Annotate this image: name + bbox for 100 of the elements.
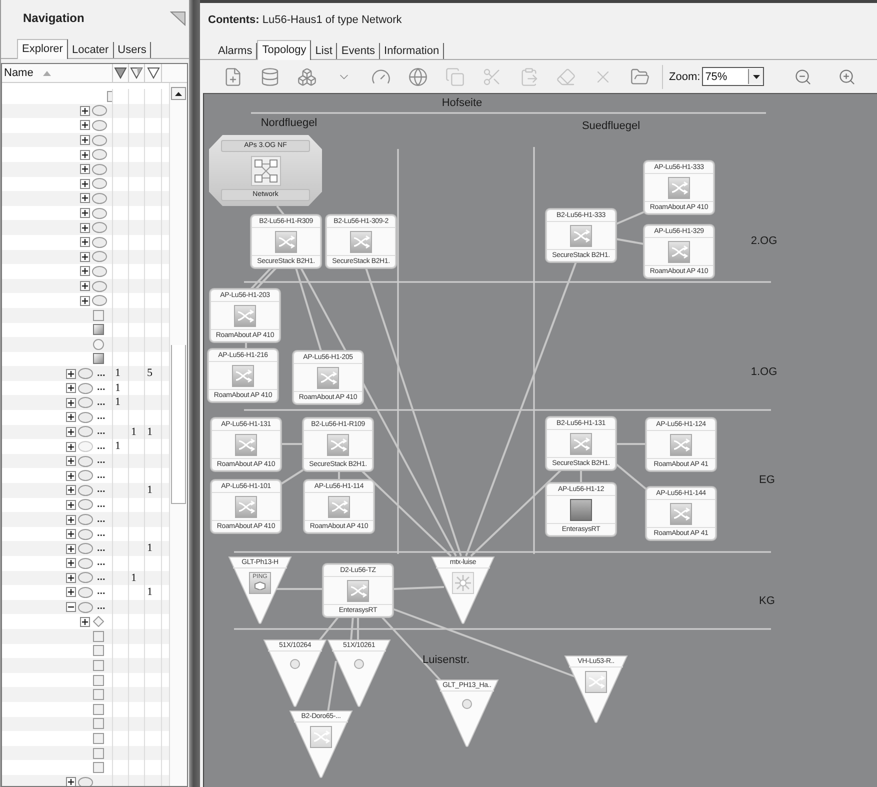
expand-toggle[interactable] <box>80 616 90 627</box>
plus-icon <box>82 166 88 172</box>
expand-toggle[interactable] <box>80 120 90 130</box>
view-tab[interactable]: Information <box>380 43 444 59</box>
plus-icon <box>68 560 74 566</box>
square-icon <box>93 704 104 715</box>
plus-icon <box>82 268 88 274</box>
panel-tab[interactable]: Users <box>114 42 152 58</box>
panel-tab[interactable]: Locater <box>68 42 114 58</box>
expand-toggle[interactable] <box>66 558 76 568</box>
expand-toggle[interactable] <box>66 412 76 422</box>
expand-toggle[interactable] <box>66 426 76 437</box>
view-tab[interactable]: Events <box>337 43 380 59</box>
count-value: 1 <box>115 382 120 394</box>
globe-icon <box>408 66 428 86</box>
expand-toggle[interactable] <box>80 135 90 146</box>
expand-toggle[interactable] <box>80 252 90 262</box>
view-tab[interactable]: List <box>311 43 338 59</box>
node-name: ... <box>97 456 106 466</box>
plus-icon <box>68 574 74 581</box>
node-name: ... <box>97 500 106 510</box>
shaded-square-icon <box>93 353 104 364</box>
triangle-node[interactable] <box>263 639 327 707</box>
switch-icon <box>350 230 372 252</box>
count-value: 1 <box>131 426 136 438</box>
scrollbar[interactable] <box>169 83 187 786</box>
switch-icon <box>668 240 690 262</box>
switch-icon <box>235 434 257 456</box>
expand-toggle[interactable] <box>66 572 76 583</box>
count-value: 1 <box>147 426 152 438</box>
node-name: ... <box>97 470 106 481</box>
expand-toggle[interactable] <box>80 296 90 306</box>
expand-toggle[interactable] <box>66 777 76 786</box>
expand-toggle[interactable] <box>66 500 76 510</box>
expand-toggle[interactable] <box>66 470 76 481</box>
oval-icon <box>92 149 107 160</box>
connection-line <box>615 463 647 490</box>
expand-toggle[interactable] <box>66 544 76 554</box>
node-name: ... <box>97 544 106 554</box>
plus-icon <box>68 487 74 494</box>
scroll-up-button[interactable] <box>171 87 186 100</box>
filter-icon[interactable] <box>130 67 143 79</box>
expand-toggle[interactable] <box>66 398 76 408</box>
switch-icon <box>310 726 332 748</box>
collapse-triangle-icon[interactable] <box>170 10 186 26</box>
contents-title: Contents: Lu56-Haus1 of type Network <box>208 14 402 26</box>
expand-toggle[interactable] <box>80 237 90 248</box>
zoom-select[interactable]: 75% <box>702 67 764 86</box>
expand-toggle[interactable] <box>80 281 90 292</box>
oval-icon <box>78 558 93 569</box>
expand-toggle[interactable] <box>66 368 76 379</box>
column-header[interactable]: Name <box>4 67 34 79</box>
collapse-toggle[interactable] <box>66 602 76 612</box>
router-icon <box>570 498 592 520</box>
expand-toggle[interactable] <box>80 208 90 218</box>
count-value: 1 <box>115 367 120 380</box>
oval-icon <box>78 412 93 423</box>
filter-icon[interactable] <box>146 67 160 79</box>
expand-toggle[interactable] <box>80 266 90 276</box>
switch-icon <box>234 304 256 326</box>
hub-icon <box>452 572 474 594</box>
plus-icon <box>82 122 88 128</box>
scroll-thumb[interactable] <box>171 345 186 504</box>
expand-toggle[interactable] <box>66 442 76 452</box>
switch-icon <box>570 224 592 246</box>
network-icon <box>250 156 280 186</box>
expand-toggle[interactable] <box>80 150 90 160</box>
connection-line <box>616 238 644 245</box>
expand-toggle[interactable] <box>80 178 90 189</box>
node-name: ... <box>97 368 106 379</box>
triangle-node[interactable] <box>327 639 391 707</box>
expand-toggle[interactable] <box>80 193 90 204</box>
zone-label: 1.OG <box>750 366 778 378</box>
zoom-label: Zoom: <box>669 70 700 82</box>
plus-icon <box>68 414 74 420</box>
view-tab[interactable]: Topology <box>257 40 312 60</box>
expand-toggle[interactable] <box>66 529 76 540</box>
expand-toggle[interactable] <box>80 106 90 116</box>
plus-icon <box>68 531 74 538</box>
switch-icon <box>347 580 369 602</box>
filter-icon[interactable] <box>114 67 127 79</box>
expand-toggle[interactable] <box>66 587 76 598</box>
zone-label: KG <box>759 595 775 607</box>
triangle-node[interactable] <box>435 679 499 747</box>
expand-toggle[interactable] <box>80 222 90 233</box>
plus-icon <box>68 472 74 479</box>
expand-toggle[interactable] <box>66 383 76 394</box>
expand-toggle[interactable] <box>66 456 76 466</box>
switch-icon <box>668 176 690 198</box>
expand-toggle[interactable] <box>66 514 76 525</box>
node-name: ... <box>97 587 106 598</box>
plus-icon <box>68 502 74 508</box>
boxes-icon <box>296 66 316 86</box>
count-value: 1 <box>147 586 152 598</box>
zoom-in-icon <box>838 68 856 86</box>
count-value: 5 <box>147 367 152 380</box>
expand-toggle[interactable] <box>80 164 90 174</box>
node-name: ... <box>97 426 106 437</box>
expand-toggle[interactable] <box>66 485 76 496</box>
panel-tab[interactable]: Explorer <box>17 39 68 59</box>
